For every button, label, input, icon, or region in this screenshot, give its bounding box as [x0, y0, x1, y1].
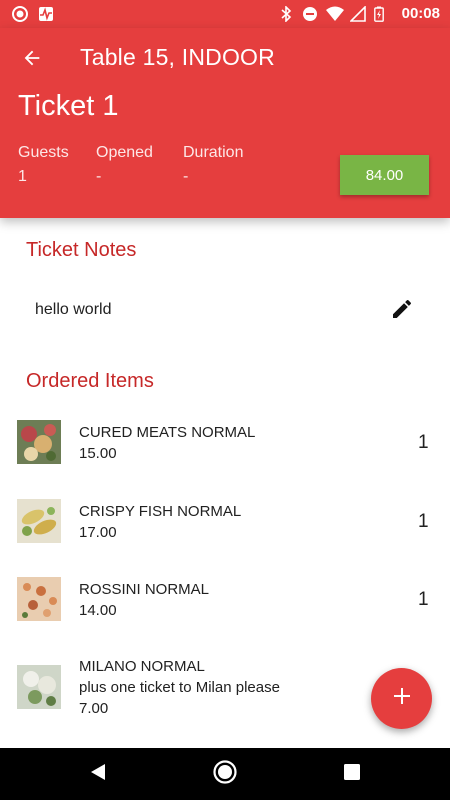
do-not-disturb-icon [302, 6, 318, 22]
crispy-fish-photo [17, 499, 61, 543]
page-title: Table 15, INDOOR [80, 44, 275, 70]
item-quantity: 1 [418, 432, 429, 453]
item-note: plus one ticket to Milan please [79, 679, 280, 696]
item-price: 17.00 [79, 524, 117, 541]
arrow-back-icon [21, 47, 43, 74]
ticket-title: Ticket 1 [18, 90, 119, 122]
nav-home-button[interactable] [212, 759, 238, 790]
bluetooth-icon [278, 4, 294, 23]
status-bar: 00:08 [0, 0, 450, 28]
list-item[interactable]: CURED MEATS NORMAL 15.00 1 [0, 408, 450, 478]
nav-home-icon [212, 759, 238, 790]
list-item[interactable]: ROSSINI NORMAL 14.00 1 [0, 565, 450, 635]
status-time: 00:08 [401, 5, 440, 22]
activity-icon [38, 6, 54, 22]
milano-photo [17, 665, 61, 709]
item-name: CRISPY FISH NORMAL [79, 503, 242, 520]
rossini-photo [17, 577, 61, 621]
nav-back-button[interactable] [85, 761, 111, 787]
guests-label: Guests [18, 144, 69, 161]
back-button[interactable] [14, 42, 50, 78]
opened-value: - [96, 168, 102, 185]
battery-charging-icon [373, 6, 390, 22]
nav-recents-button[interactable] [339, 761, 365, 787]
item-name: CURED MEATS NORMAL [79, 424, 256, 441]
opened-info: Opened - [96, 144, 153, 186]
app-header: Table 15, INDOOR Ticket 1 Guests 1 Opene… [0, 28, 450, 218]
item-name: MILANO NORMAL [79, 658, 205, 675]
ticket-note-text: hello world [35, 301, 112, 318]
duration-info: Duration - [183, 144, 243, 186]
add-item-button[interactable] [371, 668, 432, 729]
item-quantity: 1 [418, 589, 429, 610]
nav-back-icon [89, 762, 107, 787]
wifi-icon [325, 6, 344, 22]
duration-value: - [183, 168, 189, 185]
item-quantity: 1 [418, 511, 429, 532]
ticket-notes-heading: Ticket Notes [26, 239, 137, 261]
item-price: 7.00 [79, 700, 109, 717]
signal-icon [348, 4, 366, 22]
plus-icon [392, 686, 412, 711]
total-button[interactable]: 84.00 [340, 155, 429, 195]
navigation-bar [0, 748, 450, 800]
cured-meats-photo [17, 420, 61, 464]
record-icon [12, 6, 28, 22]
guests-value: 1 [18, 168, 27, 185]
item-price: 14.00 [79, 602, 117, 619]
list-item[interactable]: CRISPY FISH NORMAL 17.00 1 [0, 487, 450, 557]
item-price: 15.00 [79, 445, 117, 462]
guests-info: Guests 1 [18, 144, 69, 186]
pencil-icon [390, 297, 414, 326]
nav-recents-icon [343, 763, 361, 786]
edit-note-button[interactable] [388, 297, 416, 325]
item-name: ROSSINI NORMAL [79, 581, 210, 598]
opened-label: Opened [96, 144, 153, 161]
duration-label: Duration [183, 144, 244, 161]
ordered-items-heading: Ordered Items [26, 370, 154, 392]
